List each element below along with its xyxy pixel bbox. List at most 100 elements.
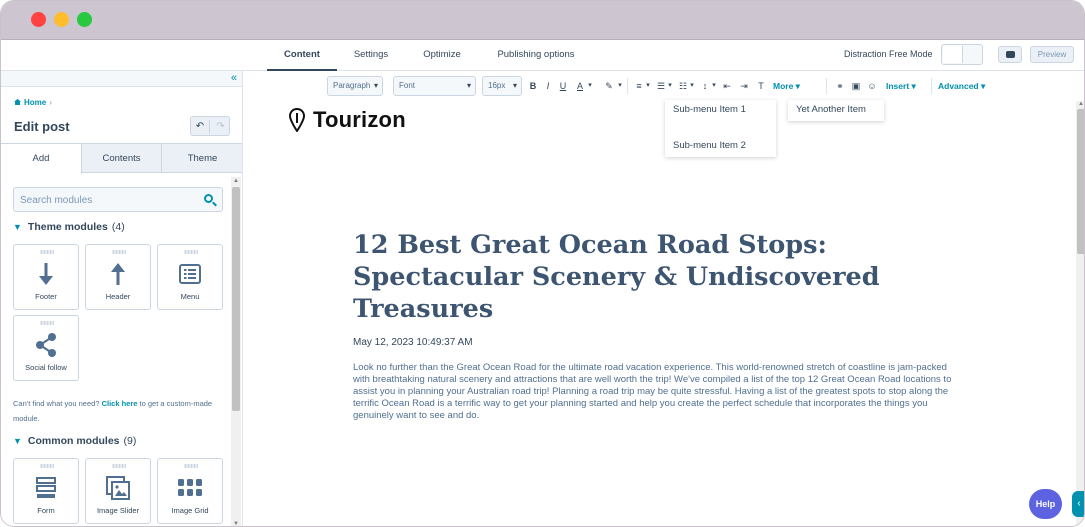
post-title[interactable]: 12 Best Great Ocean Road Stops: Spectacu…	[353, 229, 913, 325]
arrow-up-icon	[86, 261, 150, 287]
tab-settings[interactable]: Settings	[341, 40, 401, 71]
outdent-icon[interactable]: ⇤	[721, 77, 733, 95]
drag-handle-icon	[184, 250, 198, 254]
undo-redo-group: ↶ ↷	[190, 116, 230, 136]
preview-button[interactable]: Preview	[1030, 46, 1074, 63]
scrollbar-thumb[interactable]	[1077, 109, 1084, 254]
chevron-down-icon[interactable]: ▾	[616, 77, 624, 95]
double-chevron-left-icon[interactable]: «	[231, 72, 237, 84]
scrollbar-thumb[interactable]	[232, 187, 240, 411]
page-title: Edit post	[14, 119, 70, 134]
tab-publishing-options[interactable]: Publishing options	[489, 40, 583, 71]
font-select[interactable]: Font	[393, 76, 476, 96]
module-label: Image Grid	[171, 506, 209, 515]
tab-add[interactable]: Add	[1, 144, 82, 174]
theme-modules-header[interactable]: ▼ Theme modules (4)	[13, 221, 125, 233]
post-body[interactable]: Look no further than the Great Ocean Roa…	[353, 362, 958, 422]
search-icon[interactable]	[204, 194, 213, 203]
scroll-up-icon[interactable]: ▲	[233, 178, 239, 184]
undo-icon[interactable]: ↶	[191, 120, 210, 134]
sidebar-scrollbar[interactable]: ▲ ▼	[231, 177, 241, 526]
module-search	[13, 187, 223, 212]
module-header[interactable]: Header	[85, 244, 151, 310]
submenu-item-1[interactable]: Sub-menu Item 1	[673, 104, 746, 115]
sidebar-tabs: Add Contents Theme	[1, 143, 242, 174]
module-label: Footer	[35, 292, 57, 301]
font-size-select[interactable]: 16px	[482, 76, 522, 96]
sidebar-collapse-bar: «	[1, 71, 242, 87]
search-input[interactable]	[20, 192, 195, 208]
drag-handle-icon	[40, 250, 54, 254]
highlight-icon[interactable]: ✎	[603, 77, 615, 95]
drag-handle-icon	[112, 250, 126, 254]
chevron-down-icon[interactable]: ▾	[586, 77, 594, 95]
more-label: More	[773, 81, 794, 91]
tab-theme[interactable]: Theme	[162, 144, 242, 173]
logo-text: Tourizon	[313, 107, 406, 132]
emoji-icon[interactable]: ☺	[866, 77, 878, 95]
module-form[interactable]: Form	[13, 458, 79, 524]
scroll-up-icon[interactable]: ▲	[1078, 101, 1084, 107]
module-image-grid[interactable]: Image Grid	[157, 458, 223, 524]
common-modules-header[interactable]: ▼ Common modules (9)	[13, 435, 136, 447]
module-menu[interactable]: Menu	[157, 244, 223, 310]
scroll-down-icon[interactable]: ▼	[233, 521, 239, 526]
toolbar-divider	[931, 78, 932, 94]
breadcrumb-home[interactable]: Home	[24, 98, 46, 107]
submenu-item-yet-another[interactable]: Yet Another Item	[796, 104, 866, 115]
drag-handle-icon	[40, 321, 54, 325]
paragraph-select[interactable]: Paragraph	[327, 76, 383, 96]
comment-button[interactable]	[998, 46, 1022, 63]
post-date: May 12, 2023 10:49:37 AM	[353, 337, 473, 348]
top-navigation: Content Settings Optimize Publishing opt…	[1, 40, 1084, 71]
help-button[interactable]: Help	[1029, 489, 1062, 519]
minimize-window-button[interactable]	[54, 12, 69, 27]
tab-content[interactable]: Content	[267, 40, 337, 71]
tab-optimize[interactable]: Optimize	[411, 40, 473, 71]
menu-list-icon	[158, 261, 222, 287]
clear-format-icon[interactable]: T	[755, 77, 767, 95]
module-label: Form	[37, 506, 55, 515]
breadcrumb[interactable]: Home ›	[14, 98, 52, 107]
text-color-button[interactable]: A	[575, 77, 585, 95]
chevron-down-icon[interactable]: ▾	[644, 77, 652, 95]
section-title: Theme modules	[27, 221, 108, 233]
distraction-free-label: Distraction Free Mode	[844, 49, 933, 59]
arrow-down-icon	[14, 261, 78, 287]
chevron-down-icon[interactable]: ▾	[666, 77, 674, 95]
submenu-item-2[interactable]: Sub-menu Item 2	[673, 140, 746, 151]
maximize-window-button[interactable]	[77, 12, 92, 27]
bold-button[interactable]: B	[528, 77, 538, 95]
link-icon[interactable]: ⚭	[834, 77, 846, 95]
section-count: (4)	[111, 221, 125, 233]
app-window: Content Settings Optimize Publishing opt…	[0, 0, 1085, 527]
chevron-down-icon[interactable]: ▾	[688, 77, 696, 95]
more-menu-button[interactable]: More ▾	[773, 77, 800, 95]
module-label: Image Slider	[96, 506, 140, 515]
chevron-left-icon[interactable]: ‹	[1072, 491, 1084, 517]
indent-icon[interactable]: ⇥	[738, 77, 750, 95]
distraction-free-toggle[interactable]	[941, 44, 983, 65]
drag-handle-icon	[40, 464, 54, 468]
chevron-down-icon: ▼	[13, 222, 22, 232]
advanced-menu-button[interactable]: Advanced ▾	[938, 77, 985, 95]
site-logo[interactable]: Tourizon	[289, 107, 406, 133]
close-window-button[interactable]	[31, 12, 46, 27]
chevron-down-icon[interactable]: ▾	[710, 77, 718, 95]
share-icon	[14, 332, 78, 358]
tab-contents[interactable]: Contents	[82, 144, 162, 173]
module-image-slider[interactable]: Image Slider	[85, 458, 151, 524]
image-icon[interactable]: ▣	[850, 77, 862, 95]
submenu-dropdown-2: Yet Another Item	[788, 100, 884, 121]
section-title: Common modules	[27, 435, 120, 447]
section-count: (9)	[123, 435, 137, 447]
redo-icon[interactable]: ↷	[211, 120, 230, 134]
editor-scrollbar[interactable]: ▲	[1076, 101, 1084, 526]
underline-button[interactable]: U	[558, 77, 568, 95]
insert-menu-button[interactable]: Insert ▾	[886, 77, 916, 95]
module-social-follow[interactable]: Social follow	[13, 315, 79, 381]
module-footer[interactable]: Footer	[13, 244, 79, 310]
chevron-down-icon: ▼	[13, 436, 22, 446]
italic-button[interactable]: I	[543, 77, 553, 95]
click-here-link[interactable]: Click here	[102, 399, 138, 408]
